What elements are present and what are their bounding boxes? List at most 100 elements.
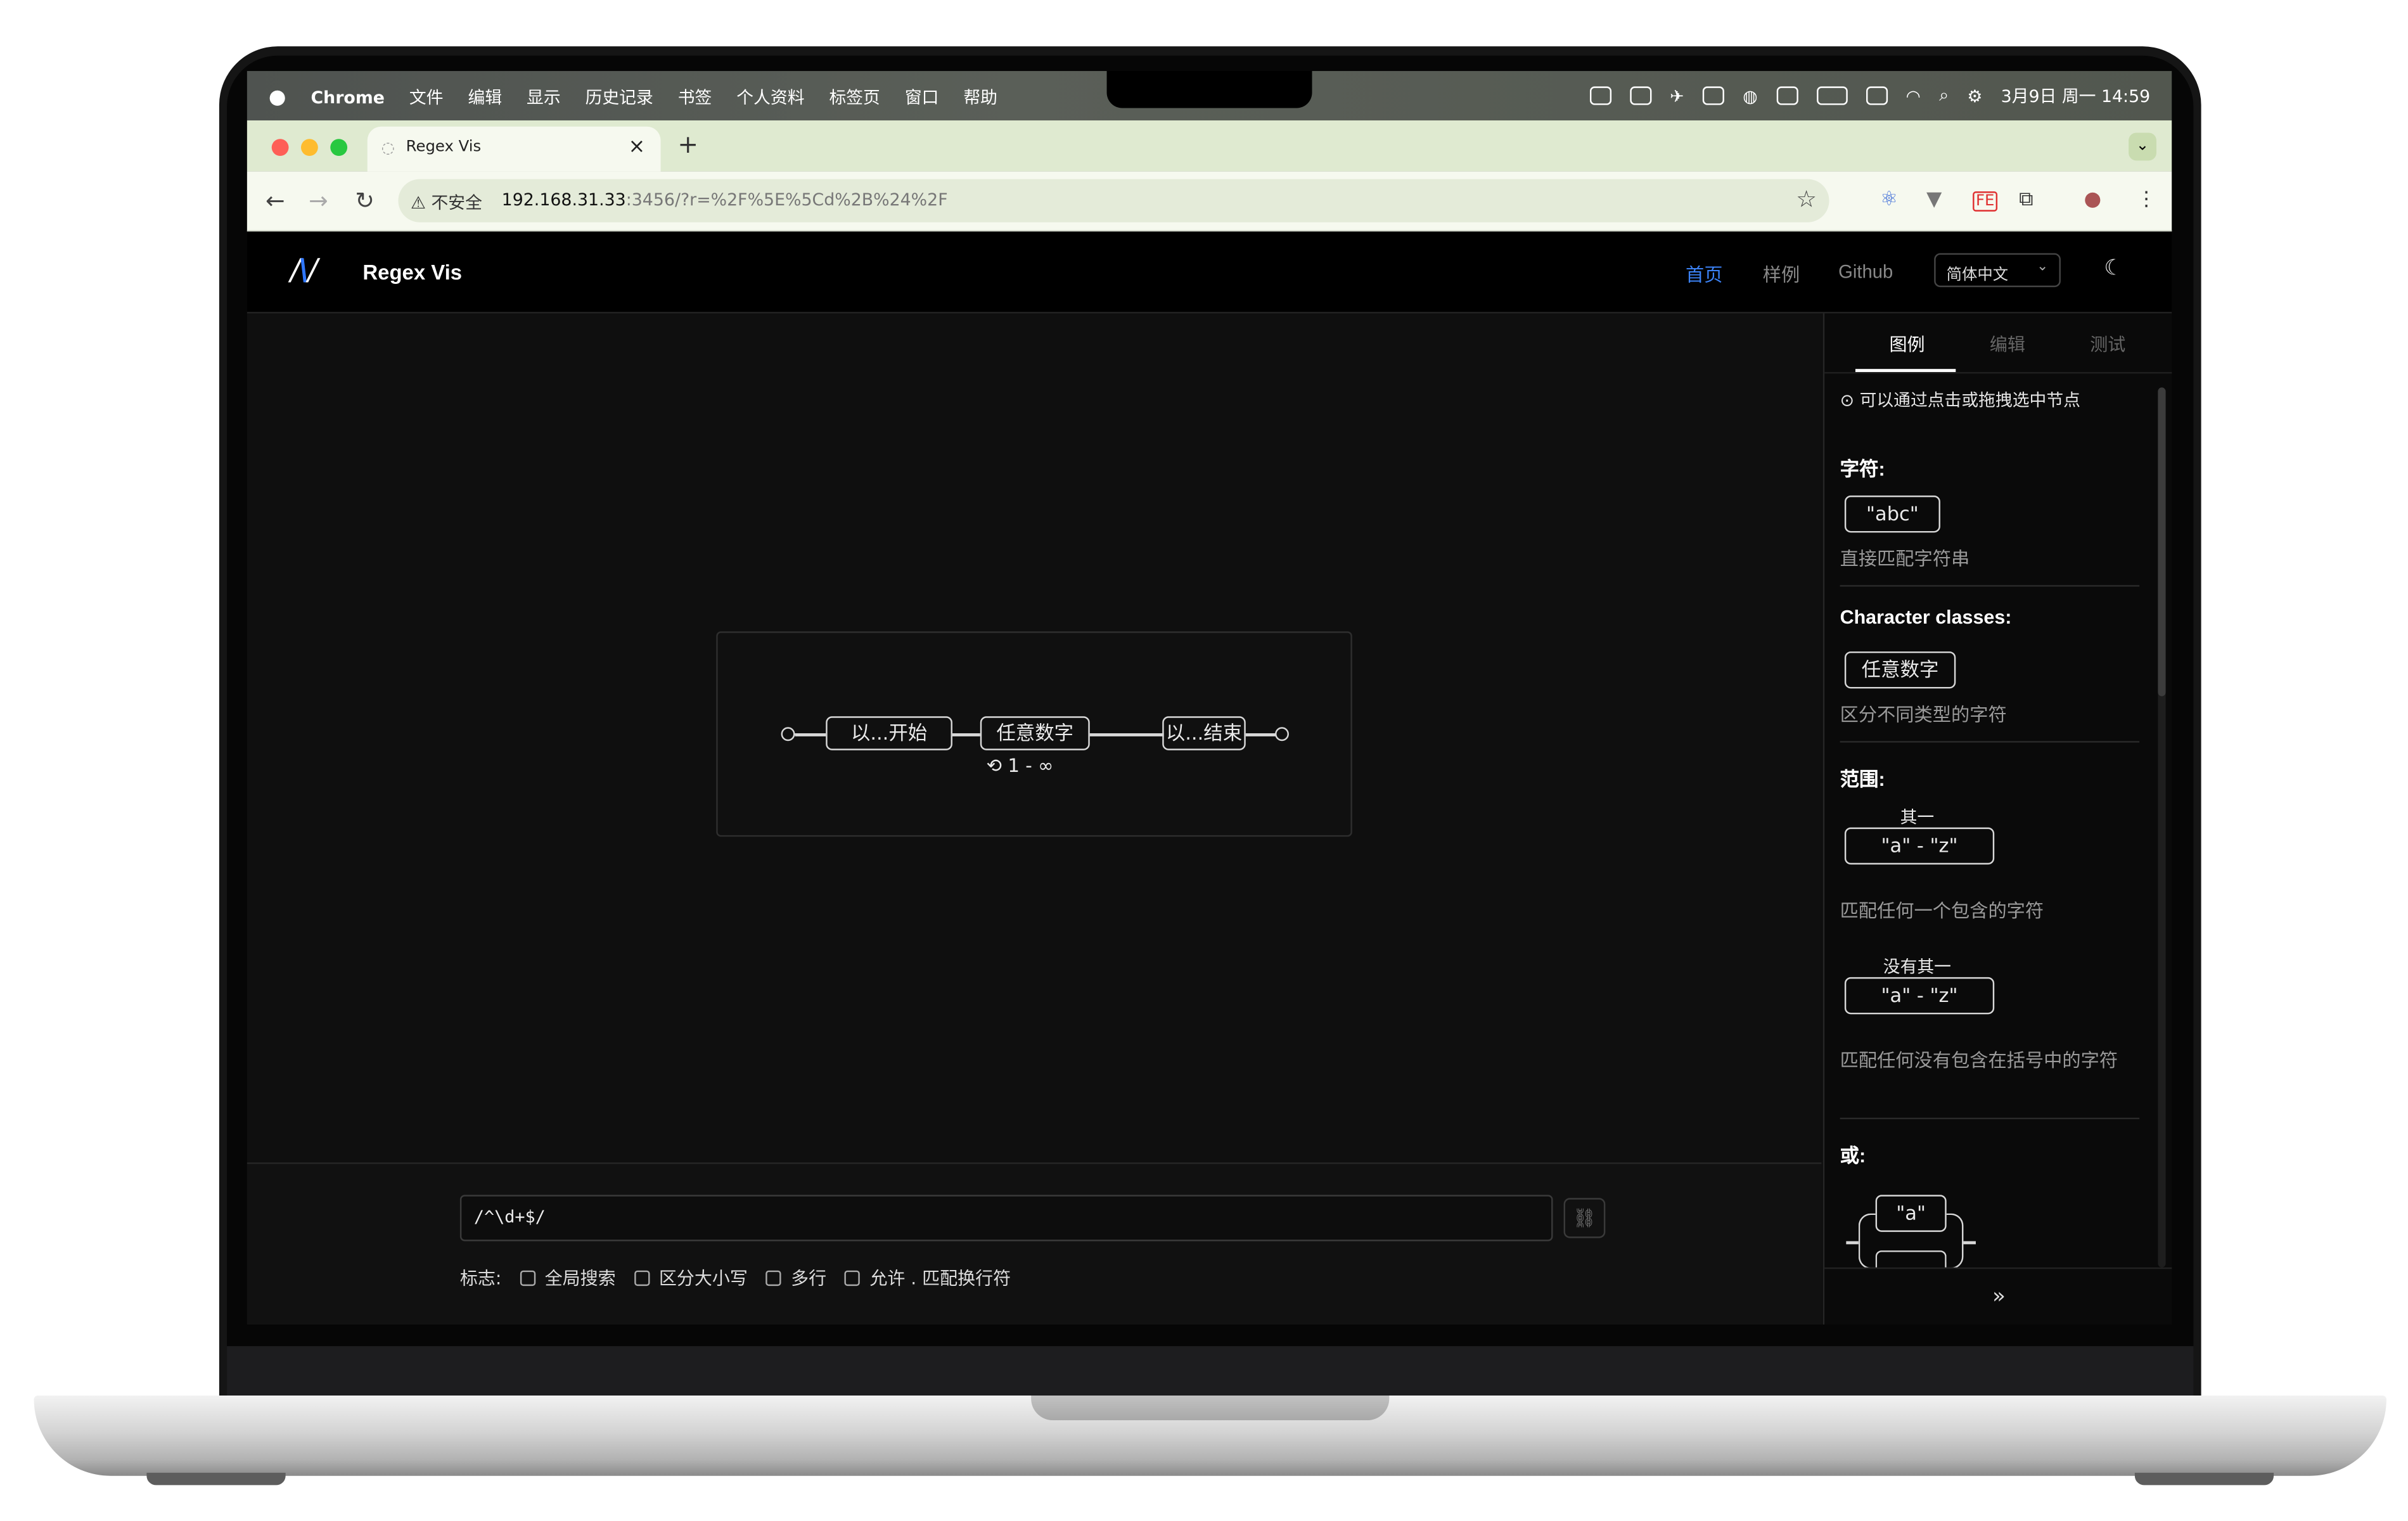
wechat-icon[interactable]: ◍	[1743, 86, 1757, 106]
tab-test[interactable]: 测试	[2090, 332, 2125, 357]
menu-item[interactable]: 帮助	[963, 85, 997, 110]
browser-tab[interactable]: ◌ Regex Vis ×	[367, 126, 661, 172]
menu-item[interactable]: 书签	[678, 85, 712, 110]
camera-notch	[1106, 71, 1312, 108]
bookmark-star-icon[interactable]: ☆	[1796, 185, 1817, 213]
grid-icon[interactable]	[1589, 86, 1611, 105]
flag-dotall-label[interactable]: 允许 . 匹配换行符	[869, 1266, 1011, 1290]
control-center-icon[interactable]: ⚙	[1967, 86, 1982, 106]
flag-multiline-checkbox[interactable]	[766, 1270, 782, 1287]
photo-icon[interactable]	[1776, 86, 1798, 105]
selection-hint: ⊙ 可以通过点击或拖拽选中节点	[1840, 387, 2080, 412]
menu-item[interactable]: 历史记录	[586, 85, 653, 110]
end-assertion-node[interactable]: 以...结束	[1162, 716, 1246, 750]
tab-legend[interactable]: 图例	[1890, 332, 1925, 357]
url-text[interactable]: 192.168.31.33:3456/?r=%2F%5E%5Cd%2B%24%2…	[502, 190, 948, 210]
regex-diagram[interactable]: 以...开始 任意数字 ⟲ 1 - ∞ 以...结束	[716, 631, 1352, 837]
flag-multiline-label[interactable]: 多行	[791, 1266, 826, 1290]
close-window-button[interactable]	[271, 139, 289, 157]
security-label: 不安全	[431, 193, 482, 214]
react-devtools-icon[interactable]: ⚛	[1880, 188, 1898, 212]
scrollbar-thumb[interactable]	[2158, 387, 2166, 696]
app-brand[interactable]: Regex Vis	[362, 261, 462, 285]
zoom-window-button[interactable]	[330, 139, 348, 157]
address-bar[interactable]: ⚠ 不安全 192.168.31.33:3456/?r=%2F%5E%5Cd%2…	[398, 179, 1829, 222]
search-icon[interactable]: ⌕	[1939, 85, 1949, 106]
tab-edit[interactable]: 编辑	[1990, 332, 2025, 357]
legend-chars-title: 字符:	[1840, 458, 1885, 480]
diagram-end-point	[1275, 727, 1289, 741]
or-branch-left	[1858, 1213, 1876, 1269]
menu-item[interactable]: 个人资料	[736, 85, 804, 110]
flag-global-label[interactable]: 全局搜索	[545, 1266, 616, 1290]
legend-classes-example: 任意数字	[1844, 651, 1956, 689]
diagram-start-point	[781, 727, 795, 741]
laptop-foot-left	[146, 1472, 286, 1486]
menu-app-name[interactable]: Chrome	[311, 87, 384, 108]
laptop-foot-right	[2134, 1472, 2274, 1486]
vue-devtools-icon[interactable]: ▼	[1926, 188, 1942, 212]
fe-extension-icon[interactable]: FE	[1973, 191, 1998, 212]
close-tab-icon[interactable]: ×	[629, 136, 646, 159]
cursor-click-icon: ⊙	[1840, 390, 1855, 411]
menu-item[interactable]: 编辑	[468, 85, 502, 110]
input-method-icon[interactable]	[1866, 86, 1888, 105]
window-controls	[271, 139, 348, 157]
tab-search-button[interactable]: ⌄	[2129, 132, 2156, 161]
double-chevron-right-icon: »	[1992, 1284, 2006, 1309]
connector	[1245, 733, 1277, 736]
flag-global-checkbox[interactable]	[520, 1270, 535, 1287]
more-menu-icon[interactable]: ⋮	[2136, 188, 2156, 212]
section-divider	[1840, 1117, 2140, 1120]
nav-home[interactable]: 首页	[1686, 261, 1722, 287]
nav-examples[interactable]: 样例	[1763, 261, 1800, 287]
tabs-divider	[1824, 372, 2172, 374]
diagram-canvas[interactable]: 以...开始 任意数字 ⟲ 1 - ∞ 以...结束	[247, 313, 1822, 1163]
connector	[795, 733, 826, 736]
back-icon[interactable]: ←	[266, 187, 285, 215]
wifi-icon[interactable]: ◠	[1905, 86, 1920, 106]
screenshot-stage: ● Chrome 文件 编辑 显示 历史记录 书签 个人资料 标签页 窗口 帮助…	[0, 0, 2408, 1520]
menu-item[interactable]: 窗口	[905, 85, 939, 110]
menubar-clock[interactable]: 3月9日 周一 14:59	[2001, 84, 2151, 108]
url-rest: :3456/?r=%2F%5E%5Cd%2B%24%2F	[625, 189, 948, 210]
legend-range-example: "a" - "z"	[1844, 827, 1995, 865]
flag-case-label[interactable]: 区分大小写	[659, 1266, 748, 1290]
flag-case-checkbox[interactable]	[634, 1270, 650, 1287]
reload-icon[interactable]: ↻	[355, 187, 375, 215]
menu-item[interactable]: 标签页	[829, 85, 880, 110]
screen: ● Chrome 文件 编辑 显示 历史记录 书签 个人资料 标签页 窗口 帮助…	[247, 71, 2172, 1325]
dictionary-icon[interactable]	[1629, 86, 1651, 105]
app-header: /\/ Regex Vis 首页 样例 Github 简体中文 ⌄ ☾	[247, 231, 2172, 314]
profile-avatar-icon[interactable]: ●	[2084, 188, 2101, 212]
menu-item[interactable]: 文件	[409, 85, 444, 110]
web-page: /\/ Regex Vis 首页 样例 Github 简体中文 ⌄ ☾ 以...…	[247, 231, 2172, 1325]
start-assertion-node[interactable]: 以...开始	[826, 716, 952, 750]
laptop-chin	[227, 1346, 2194, 1396]
regex-vis-logo[interactable]: /\/	[290, 253, 317, 287]
regex-input[interactable]: /^\d+$/	[459, 1195, 1553, 1242]
app-tray-icon[interactable]	[1702, 86, 1724, 105]
legend-range-caption: 其一	[1900, 807, 1935, 828]
sidebar-scrollbar[interactable]	[2158, 387, 2166, 1268]
minimize-window-button[interactable]	[301, 139, 318, 157]
forward-icon[interactable]: →	[309, 187, 328, 215]
extensions-puzzle-icon[interactable]: ⧉	[2019, 188, 2033, 212]
battery-icon[interactable]	[1816, 86, 1847, 105]
security-indicator[interactable]: ⚠ 不安全	[411, 190, 482, 215]
hint-text: 可以通过点击或拖拽选中节点	[1859, 390, 2080, 411]
legend-negated-desc: 匹配任何没有包含在括号中的字符	[1840, 1049, 2118, 1072]
collapse-sidebar-button[interactable]: »	[1824, 1267, 2172, 1325]
bird-icon[interactable]: ✈	[1670, 86, 1684, 106]
digit-class-node[interactable]: 任意数字	[980, 716, 1090, 750]
flag-dotall-checkbox[interactable]	[845, 1270, 861, 1287]
theme-toggle-moon-icon[interactable]: ☾	[2104, 256, 2123, 281]
flags-row: 标志: 全局搜索 区分大小写 多行 允许 . 匹配换行符	[460, 1266, 1011, 1290]
new-tab-button[interactable]: +	[677, 130, 698, 159]
copy-link-button[interactable]: ⛓	[1563, 1198, 1606, 1238]
language-select[interactable]: 简体中文 ⌄	[1934, 253, 2061, 288]
quantifier-label[interactable]: ⟲ 1 - ∞	[987, 755, 1054, 776]
menu-item[interactable]: 显示	[527, 85, 561, 110]
nav-github[interactable]: Github	[1838, 261, 1893, 283]
apple-icon[interactable]: ●	[269, 86, 286, 109]
